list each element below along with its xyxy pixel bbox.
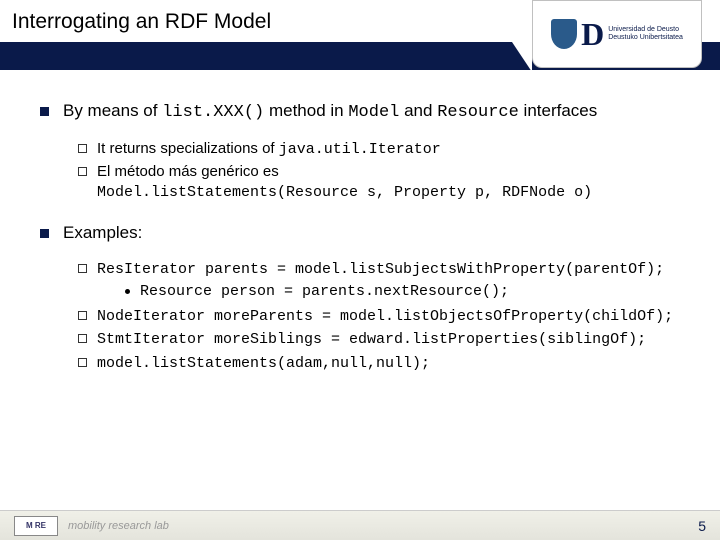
slide-header: Interrogating an RDF Model D Universidad… xyxy=(0,0,720,72)
square-bullet-icon xyxy=(40,229,49,238)
footer-lab-text: mobility research lab xyxy=(68,520,169,532)
text: El método más genérico es xyxy=(97,163,279,180)
code: java.util.Iterator xyxy=(279,141,441,158)
slide-content: By means of list.XXX() method in Model a… xyxy=(0,72,720,374)
text: interfaces xyxy=(519,101,597,120)
code: list.XXX() xyxy=(162,103,264,122)
text: By means of xyxy=(63,101,162,120)
code: Resource person = parents.nextResource()… xyxy=(140,282,509,302)
more-lab-logo: M RE xyxy=(14,516,58,536)
hollow-box-icon xyxy=(78,144,87,153)
code: ResIterator parents = model.listSubjects… xyxy=(97,261,664,278)
hollow-box-icon xyxy=(78,167,87,176)
text: It returns specializations of xyxy=(97,140,279,157)
sub-item: It returns specializations of java.util.… xyxy=(78,139,680,160)
hollow-box-icon xyxy=(78,334,87,343)
bullet-2: Examples: xyxy=(40,222,680,245)
text: method in xyxy=(264,101,348,120)
logo-letter: D xyxy=(581,16,604,53)
sub-item: StmtIterator moreSiblings = edward.listP… xyxy=(78,329,680,350)
code: StmtIterator moreSiblings = edward.listP… xyxy=(97,331,646,348)
text: and xyxy=(399,101,437,120)
shield-icon xyxy=(551,19,577,49)
sub-item: NodeIterator moreParents = model.listObj… xyxy=(78,306,680,327)
square-bullet-icon xyxy=(40,107,49,116)
sub-item: El método más genérico es Model.listStat… xyxy=(78,162,680,204)
hollow-box-icon xyxy=(78,358,87,367)
logo-line2: Deustuko Unibertsitatea xyxy=(608,34,683,42)
slide-footer: M RE mobility research lab 5 xyxy=(0,510,720,540)
text: Examples: xyxy=(63,222,680,245)
ribbon-notch xyxy=(508,0,532,72)
dot-bullet-icon xyxy=(125,289,130,294)
code: Model xyxy=(348,103,399,122)
code: model.listStatements(adam,null,null); xyxy=(97,355,430,372)
code: Resource xyxy=(437,103,519,122)
hollow-box-icon xyxy=(78,311,87,320)
code: Model.listStatements(Resource s, Propert… xyxy=(97,184,592,201)
third-level-item: Resource person = parents.nextResource()… xyxy=(125,282,680,302)
hollow-box-icon xyxy=(78,264,87,273)
sub-item: model.listStatements(adam,null,null); xyxy=(78,353,680,374)
bullet-1: By means of list.XXX() method in Model a… xyxy=(40,100,680,125)
code: NodeIterator moreParents = model.listObj… xyxy=(97,308,673,325)
sub-item: ResIterator parents = model.listSubjects… xyxy=(78,259,680,305)
university-logo: D Universidad de Deusto Deustuko Unibert… xyxy=(532,0,702,68)
bullet-1-sublist: It returns specializations of java.util.… xyxy=(78,139,680,204)
page-number: 5 xyxy=(698,518,706,534)
bullet-2-sublist: ResIterator parents = model.listSubjects… xyxy=(78,259,680,374)
logo-line1: Universidad de Deusto xyxy=(608,26,683,34)
